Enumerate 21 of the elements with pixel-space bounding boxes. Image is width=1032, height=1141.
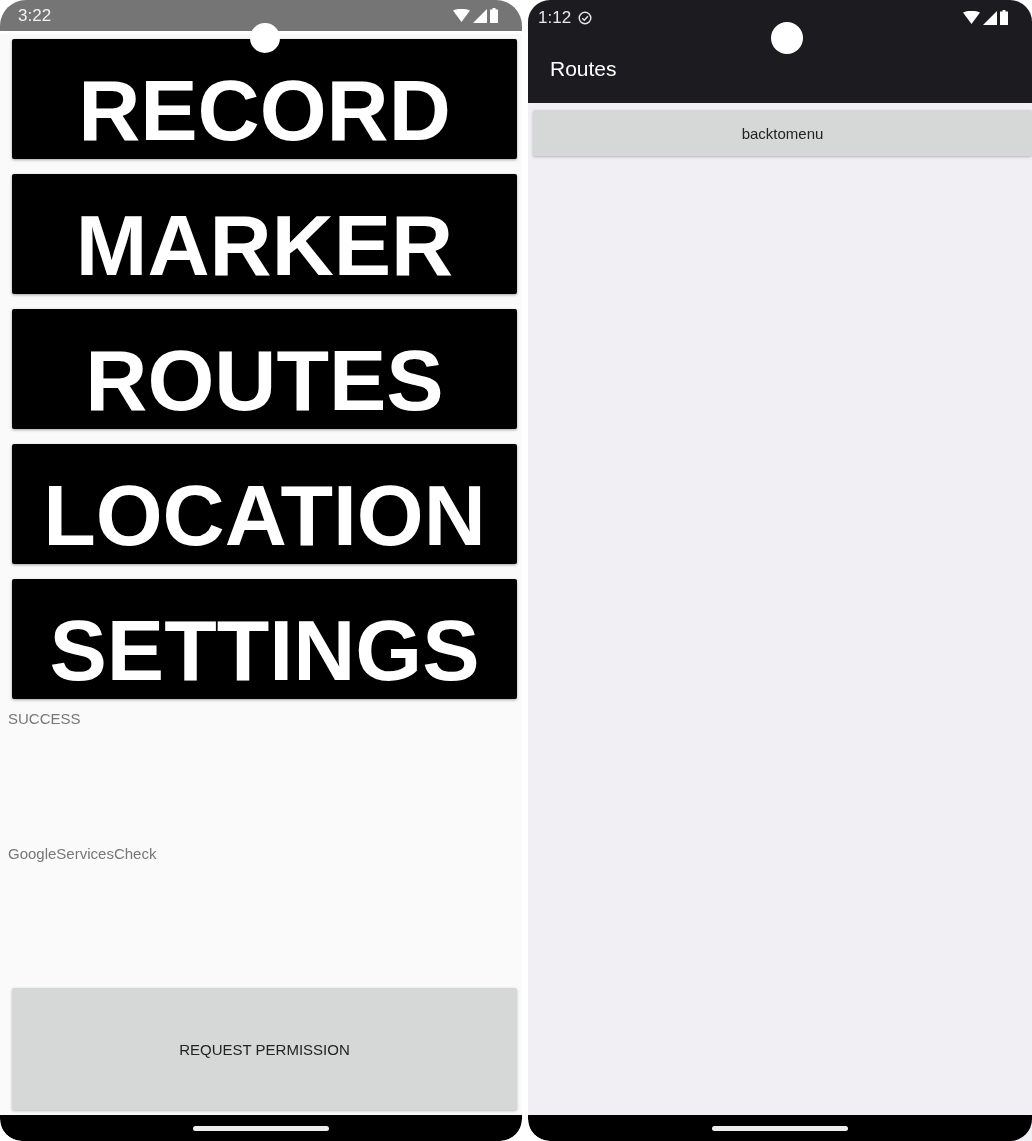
status-time: 1:12 [538,7,572,28]
wifi-icon [963,11,980,24]
status-text: GoogleServicesCheck [8,845,158,862]
battery-icon [1000,10,1008,25]
signal-icon [983,10,997,25]
menu-button[interactable]: SETTINGS [12,579,517,699]
status-time: 3:22 [18,5,52,26]
wifi-icon [453,9,470,22]
request-permission-button[interactable]: REQUEST PERMISSION [12,988,517,1110]
signal-icon [473,8,487,23]
home-handle[interactable] [712,1125,848,1131]
status-text: SUCCESS [8,710,82,727]
back-to-menu-button[interactable]: backtomenu [533,110,1032,156]
menu-button[interactable]: RECORD [12,39,517,159]
menu-button[interactable]: MARKER [12,174,517,294]
battery-icon [490,8,498,23]
menu-button[interactable]: ROUTES [12,309,517,429]
check-circle-icon [578,10,593,25]
menu-button[interactable]: LOCATION [12,444,517,564]
app-bar-title: Routes [550,57,617,81]
home-handle[interactable] [193,1125,329,1131]
